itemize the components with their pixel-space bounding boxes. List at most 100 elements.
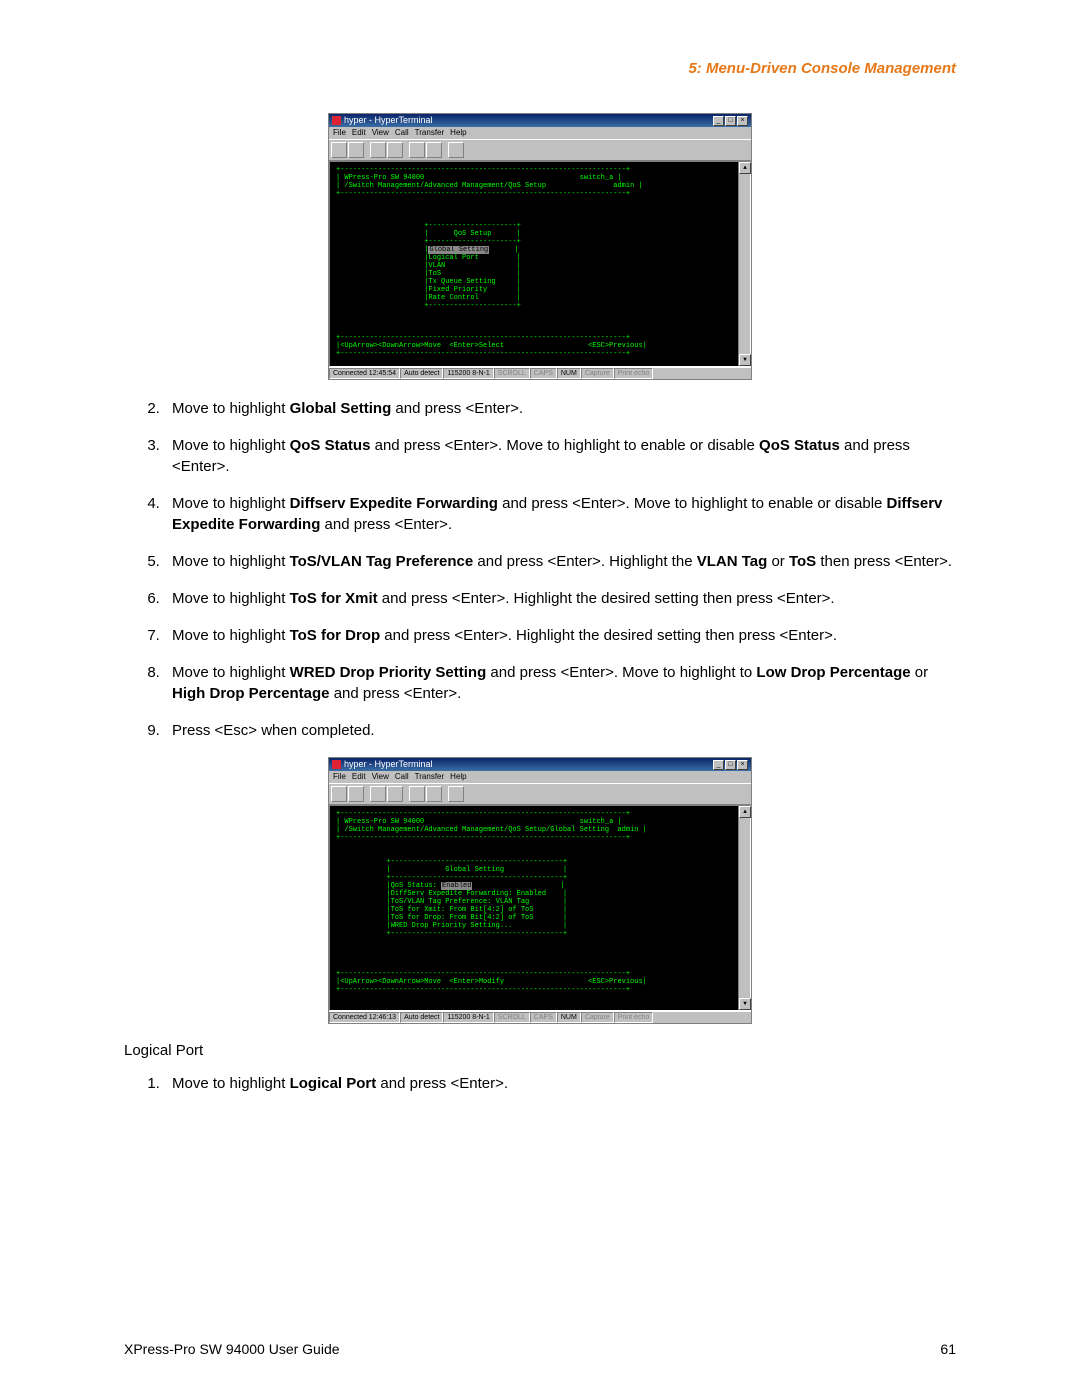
menu-view[interactable]: View bbox=[372, 129, 389, 137]
scrollbar[interactable]: ▲ ▼ bbox=[738, 162, 750, 366]
status-baud: 115200 8-N-1 bbox=[443, 1012, 493, 1023]
menu-item[interactable]: ToS bbox=[428, 270, 441, 278]
hint-left: <UpArrow><DownArrow>Move <Enter>Select bbox=[340, 342, 504, 350]
tool-receive-icon[interactable] bbox=[426, 786, 442, 802]
minimize-button[interactable]: _ bbox=[713, 116, 724, 126]
breadcrumb: /Switch Management/Advanced Management/Q… bbox=[344, 182, 546, 190]
tool-new-icon[interactable] bbox=[331, 142, 347, 158]
tool-connect-icon[interactable] bbox=[370, 786, 386, 802]
menu-edit[interactable]: Edit bbox=[352, 773, 366, 781]
step-b1: Move to highlight Logical Port and press… bbox=[164, 1073, 956, 1094]
terminal-frame: +---------------------------------------… bbox=[329, 805, 751, 1011]
status-scroll: SCROLL bbox=[494, 368, 530, 379]
close-button[interactable]: × bbox=[737, 760, 748, 770]
hint-right: <ESC>Previous bbox=[588, 978, 643, 986]
scrollbar[interactable]: ▲ ▼ bbox=[738, 806, 750, 1010]
row-diff-label: DiffServ Expedite Forwarding: bbox=[391, 890, 513, 898]
menu-item[interactable]: Rate Control bbox=[428, 294, 478, 302]
menu-bar: File Edit View Call Transfer Help bbox=[329, 771, 751, 783]
tool-send-icon[interactable] bbox=[409, 786, 425, 802]
status-conn: Connected 12:45:54 bbox=[329, 368, 400, 379]
menu-item-selected[interactable]: Global Setting bbox=[428, 246, 489, 254]
maximize-button[interactable]: □ bbox=[725, 116, 736, 126]
menu-item[interactable]: Logical Port bbox=[428, 254, 478, 262]
status-capture: Capture bbox=[581, 1012, 614, 1023]
panel-title: QoS Setup bbox=[454, 230, 492, 238]
step-2: Move to highlight Global Setting and pre… bbox=[164, 398, 956, 419]
row-drop-label: ToS for Drop: bbox=[391, 914, 446, 922]
menu-call[interactable]: Call bbox=[395, 773, 409, 781]
device-name: WPress-Pro SW 94000 bbox=[344, 818, 424, 826]
close-button[interactable]: × bbox=[737, 116, 748, 126]
terminal-content[interactable]: +---------------------------------------… bbox=[330, 162, 738, 366]
menu-view[interactable]: View bbox=[372, 773, 389, 781]
section-label-logical-port: Logical Port bbox=[124, 1042, 956, 1059]
step-8: Move to highlight WRED Drop Priority Set… bbox=[164, 662, 956, 704]
tool-new-icon[interactable] bbox=[331, 786, 347, 802]
menu-item[interactable]: Fixed Priority bbox=[428, 286, 487, 294]
session-name: switch_a bbox=[580, 818, 614, 826]
status-baud: 115200 8-N-1 bbox=[443, 368, 493, 379]
menu-bar: File Edit View Call Transfer Help bbox=[329, 127, 751, 139]
instruction-list-a: Move to highlight Global Setting and pre… bbox=[124, 398, 956, 741]
terminal-frame: +---------------------------------------… bbox=[329, 161, 751, 367]
hint-left: <UpArrow><DownArrow>Move <Enter>Modify bbox=[340, 978, 504, 986]
row-xmit-value: From Bit[4:2] of ToS bbox=[449, 906, 533, 914]
row-xmit-label: ToS for Xmit: bbox=[391, 906, 446, 914]
hint-right: <ESC>Previous bbox=[588, 342, 643, 350]
menu-transfer[interactable]: Transfer bbox=[415, 129, 445, 137]
maximize-button[interactable]: □ bbox=[725, 760, 736, 770]
status-caps: CAPS bbox=[530, 1012, 557, 1023]
menu-call[interactable]: Call bbox=[395, 129, 409, 137]
hyperterminal-window-1: hyper - HyperTerminal _ □ × File Edit Vi… bbox=[328, 113, 752, 380]
row-diff-value: Enabled bbox=[517, 890, 546, 898]
tool-disconnect-icon[interactable] bbox=[387, 142, 403, 158]
scroll-down-icon[interactable]: ▼ bbox=[739, 354, 751, 366]
status-caps: CAPS bbox=[530, 368, 557, 379]
hyperterminal-window-2: hyper - HyperTerminal _ □ × File Edit Vi… bbox=[328, 757, 752, 1024]
status-bar: Connected 12:45:54 Auto detect 115200 8-… bbox=[329, 367, 751, 379]
scroll-up-icon[interactable]: ▲ bbox=[739, 162, 751, 174]
tool-properties-icon[interactable] bbox=[448, 142, 464, 158]
scroll-down-icon[interactable]: ▼ bbox=[739, 998, 751, 1010]
status-num: NUM bbox=[557, 368, 581, 379]
session-name: switch_a bbox=[580, 174, 614, 182]
status-detect: Auto detect bbox=[400, 368, 443, 379]
step-4: Move to highlight Diffserv Expedite Forw… bbox=[164, 493, 956, 535]
menu-file[interactable]: File bbox=[333, 773, 346, 781]
tool-send-icon[interactable] bbox=[409, 142, 425, 158]
row-qos-value[interactable]: Enabled bbox=[441, 882, 472, 890]
breadcrumb: /Switch Management/Advanced Management/Q… bbox=[344, 826, 609, 834]
menu-file[interactable]: File bbox=[333, 129, 346, 137]
menu-help[interactable]: Help bbox=[450, 773, 466, 781]
menu-edit[interactable]: Edit bbox=[352, 129, 366, 137]
window-titlebar: hyper - HyperTerminal _ □ × bbox=[329, 758, 751, 771]
tool-open-icon[interactable] bbox=[348, 142, 364, 158]
step-3: Move to highlight QoS Status and press <… bbox=[164, 435, 956, 477]
device-name: WPress-Pro SW 94000 bbox=[344, 174, 424, 182]
panel-title: Global Setting bbox=[445, 866, 504, 874]
tool-connect-icon[interactable] bbox=[370, 142, 386, 158]
menu-item[interactable]: VLAN bbox=[428, 262, 445, 270]
tool-open-icon[interactable] bbox=[348, 786, 364, 802]
status-scroll: SCROLL bbox=[494, 1012, 530, 1023]
session-user: admin bbox=[617, 826, 638, 834]
footer-guide-title: XPress-Pro SW 94000 User Guide bbox=[124, 1341, 340, 1357]
step-7: Move to highlight ToS for Drop and press… bbox=[164, 625, 956, 646]
step-5: Move to highlight ToS/VLAN Tag Preferenc… bbox=[164, 551, 956, 572]
menu-transfer[interactable]: Transfer bbox=[415, 773, 445, 781]
tool-bar bbox=[329, 139, 751, 161]
menu-help[interactable]: Help bbox=[450, 129, 466, 137]
tool-receive-icon[interactable] bbox=[426, 142, 442, 158]
menu-item[interactable]: Tx Queue Setting bbox=[428, 278, 495, 286]
row-drop-value: From Bit[4:2] of ToS bbox=[449, 914, 533, 922]
tool-disconnect-icon[interactable] bbox=[387, 786, 403, 802]
row-wred[interactable]: WRED Drop Priority Setting... bbox=[391, 922, 513, 930]
scroll-up-icon[interactable]: ▲ bbox=[739, 806, 751, 818]
tool-properties-icon[interactable] bbox=[448, 786, 464, 802]
status-conn: Connected 12:46:13 bbox=[329, 1012, 400, 1023]
app-icon bbox=[332, 116, 341, 125]
terminal-content[interactable]: +---------------------------------------… bbox=[330, 806, 738, 1010]
status-printecho: Print echo bbox=[614, 368, 654, 379]
minimize-button[interactable]: _ bbox=[713, 760, 724, 770]
